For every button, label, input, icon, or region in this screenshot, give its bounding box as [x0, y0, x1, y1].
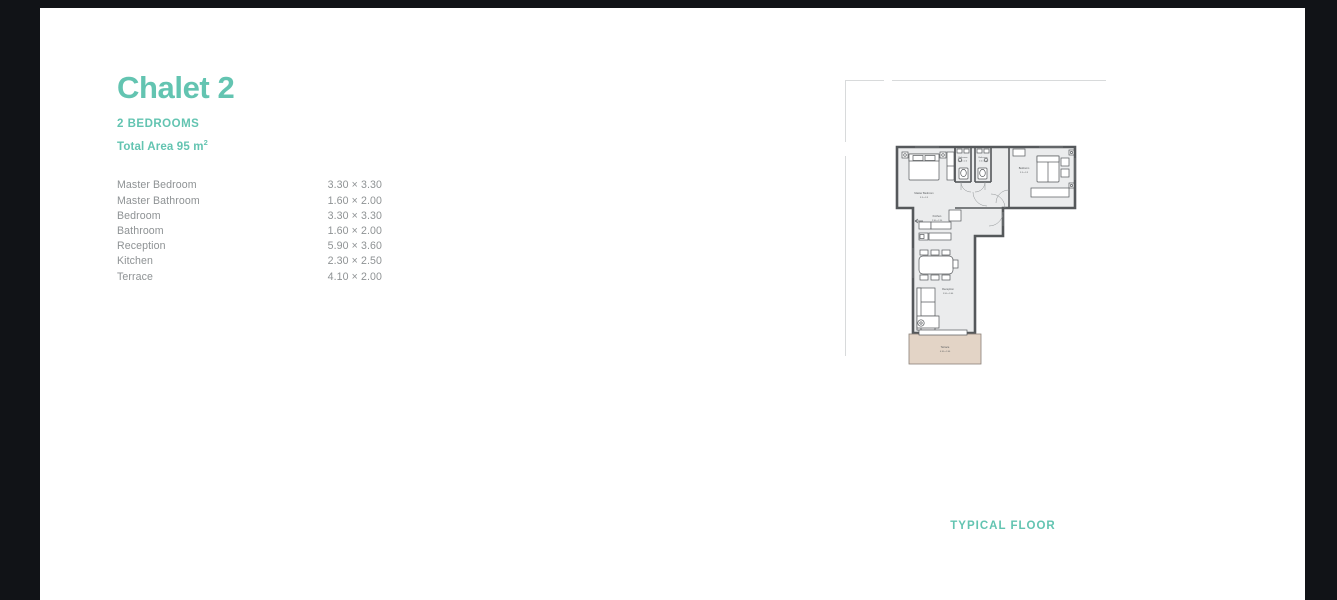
floorplan-label-master-bedroom: Master Bedroom — [914, 191, 933, 195]
floorplan-dim-master-bedroom: 3.3 x 3.3 — [920, 197, 929, 199]
decorative-left-rule — [845, 156, 847, 356]
floorplan-dim-master-bathroom: 1.6 x 2.0 — [959, 161, 968, 163]
terrace-area: Terrace 4.10 x 2.00 — [908, 329, 982, 365]
floorplan-label-bedroom: Bedroom — [1019, 166, 1030, 170]
floorplan-panel: .wall { fill:none; stroke:#55585b; strok… — [40, 8, 1305, 600]
floorplan-label-kitchen: Kitchen — [933, 214, 942, 218]
screenshot-viewport: Chalet 2 2 BEDROOMS Total Area 95 m2 Mas… — [0, 0, 1337, 600]
floorplan-label-reception: Reception — [942, 287, 954, 291]
brochure-page: Chalet 2 2 BEDROOMS Total Area 95 m2 Mas… — [40, 8, 1305, 600]
decorative-top-rule — [892, 80, 1106, 82]
floorplan-label-master-bathroom: Bathroom — [958, 156, 967, 159]
floorplan-dim-bedroom: 3.3 x 3.3 — [1020, 172, 1029, 174]
floorplan-dim-kitchen: 2.30 x 2.50 — [932, 220, 943, 222]
floorplan-label-terrace: Terrace — [941, 345, 950, 349]
decorative-corner-horizontal-rule — [845, 80, 884, 82]
floorplan-dim-reception: 5.90 x 3.60 — [943, 293, 954, 295]
floorplan-label-bathroom: Bathroom — [978, 156, 987, 159]
floorplan-svg: .wall { fill:none; stroke:#55585b; strok… — [895, 145, 1077, 365]
floorplan-dim-bathroom: 1.6 x 2.0 — [979, 161, 988, 163]
floorplan-dim-terrace: 4.10 x 2.00 — [940, 351, 951, 353]
typical-floor-caption: TYPICAL FLOOR — [950, 520, 1056, 532]
decorative-corner-vertical-rule — [845, 80, 847, 142]
floorplan-drawing: .wall { fill:none; stroke:#55585b; strok… — [891, 138, 1081, 378]
